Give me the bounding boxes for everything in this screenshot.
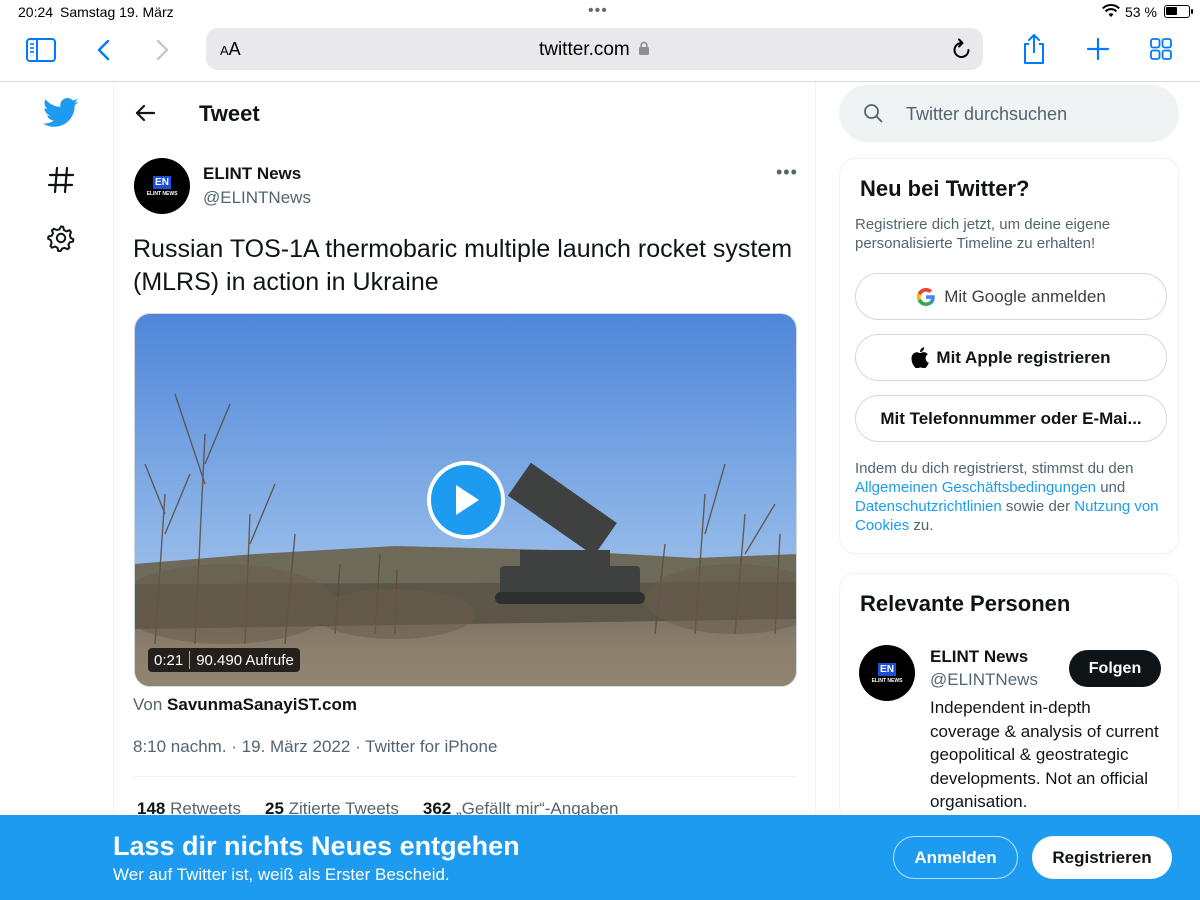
tweet-detail-column: Tweet EN ELINT NEWS ELINT News @ELINTNew… bbox=[113, 82, 816, 815]
person-name[interactable]: ELINT News bbox=[930, 647, 1028, 667]
phone-email-signup-button[interactable]: Mit Telefonnummer oder E-Mai... bbox=[855, 395, 1167, 442]
left-navigation bbox=[0, 82, 113, 812]
source-prefix: Von bbox=[133, 695, 163, 714]
stat-retweets[interactable]: 148 Retweets bbox=[137, 799, 241, 815]
author-handle[interactable]: @ELINTNews bbox=[203, 188, 311, 208]
divider bbox=[133, 776, 797, 777]
legal-notice: Indem du dich registrierst, stimmst du d… bbox=[855, 459, 1165, 535]
hashtag-icon[interactable] bbox=[47, 166, 75, 199]
follow-button[interactable]: Folgen bbox=[1069, 650, 1161, 687]
person-bio: Independent in-depth coverage & analysis… bbox=[930, 698, 1159, 811]
stat-count: 148 bbox=[137, 799, 166, 815]
legal-and: und bbox=[1100, 479, 1126, 496]
back-arrow-icon[interactable] bbox=[134, 102, 156, 129]
stat-label: Zitierte Tweets bbox=[288, 799, 399, 815]
wifi-icon bbox=[1102, 4, 1120, 21]
gear-icon[interactable] bbox=[47, 224, 75, 257]
sidebar-icon[interactable] bbox=[24, 36, 58, 64]
status-time: 20:24 bbox=[18, 4, 54, 20]
person-handle[interactable]: @ELINTNews bbox=[930, 670, 1038, 690]
status-bar: 20:24 Samstag 19. März ••• 53 % bbox=[0, 0, 1200, 24]
apple-signup-label: Mit Apple registrieren bbox=[936, 347, 1111, 367]
author-name[interactable]: ELINT News bbox=[203, 164, 301, 184]
source-name[interactable]: SavunmaSanayiST.com bbox=[167, 695, 357, 714]
privacy-link[interactable]: Datenschutzrichtlinien bbox=[855, 498, 1002, 515]
search-placeholder: Twitter durchsuchen bbox=[906, 104, 1068, 124]
stat-label: „Gefällt mir“-Angaben bbox=[455, 799, 619, 815]
forward-icon[interactable] bbox=[150, 36, 174, 64]
login-button[interactable]: Anmelden bbox=[893, 836, 1018, 879]
battery-percentage: 53 % bbox=[1125, 4, 1157, 20]
back-icon[interactable] bbox=[92, 36, 116, 64]
terms-link[interactable]: Allgemeinen Geschäftsbedingungen bbox=[855, 479, 1096, 496]
lock-icon bbox=[639, 41, 650, 55]
address-host[interactable]: twitter.com bbox=[206, 39, 983, 61]
apple-icon bbox=[911, 347, 930, 368]
tabs-icon[interactable] bbox=[1148, 36, 1174, 62]
signup-description: Registriere dich jetzt, um deine eigene … bbox=[855, 216, 1111, 252]
author-avatar[interactable]: EN ELINT NEWS bbox=[134, 158, 190, 214]
legal-suffix: zu. bbox=[913, 517, 934, 534]
apple-signup-button[interactable]: Mit Apple registrieren bbox=[855, 334, 1167, 381]
play-icon bbox=[456, 485, 479, 515]
phone-email-signup-label: Mit Telefonnummer oder E-Mai... bbox=[880, 408, 1142, 428]
twitter-logo-icon[interactable] bbox=[43, 98, 79, 133]
stat-label: Retweets bbox=[170, 799, 241, 815]
video-info-badge: 0:21 90.490 Aufrufe bbox=[148, 648, 300, 672]
page-title: Tweet bbox=[199, 101, 260, 126]
signup-banner: Lass dir nichts Neues entgehen Wer auf T… bbox=[0, 815, 1200, 900]
avatar-text: ELINT NEWS bbox=[146, 190, 178, 197]
tweet-text: Russian TOS-1A thermobaric multiple laun… bbox=[133, 235, 793, 296]
signup-card: Neu bei Twitter? Registriere dich jetzt,… bbox=[839, 158, 1179, 554]
avatar-badge: EN bbox=[878, 662, 896, 676]
more-options-icon[interactable]: ••• bbox=[776, 162, 798, 183]
video-duration: 0:21 bbox=[154, 651, 184, 669]
reload-icon[interactable] bbox=[951, 37, 973, 66]
avatar-text: ELINT NEWS bbox=[871, 677, 903, 684]
signup-button[interactable]: Registrieren bbox=[1032, 836, 1172, 879]
relevant-people-title: Relevante Personen bbox=[860, 591, 1071, 616]
address-host-text: twitter.com bbox=[538, 39, 630, 60]
battery-icon bbox=[1164, 5, 1193, 18]
signup-card-title: Neu bei Twitter? bbox=[860, 176, 1030, 201]
play-button[interactable] bbox=[427, 461, 505, 539]
stat-likes[interactable]: 362 „Gefällt mir“-Angaben bbox=[423, 799, 619, 815]
banner-title: Lass dir nichts Neues entgehen bbox=[113, 831, 520, 861]
share-icon[interactable] bbox=[1020, 32, 1048, 66]
tweet-timestamp[interactable]: 8:10 nachm. · 19. März 2022 · Twitter fo… bbox=[133, 737, 497, 757]
tweet-stats: 148 Retweets 25 Zitierte Tweets 362 „Gef… bbox=[137, 799, 643, 815]
video-source: Von SavunmaSanayiST.com bbox=[133, 695, 357, 715]
legal-prefix: Indem du dich registrierst, stimmst du d… bbox=[855, 460, 1134, 477]
new-tab-icon[interactable] bbox=[1085, 36, 1111, 62]
person-avatar[interactable]: EN ELINT NEWS bbox=[859, 645, 915, 701]
video-views: 90.490 Aufrufe bbox=[196, 651, 294, 669]
legal-middle: sowie der bbox=[1005, 498, 1071, 515]
avatar-badge: EN bbox=[153, 175, 171, 189]
stat-quote-tweets[interactable]: 25 Zitierte Tweets bbox=[265, 799, 399, 815]
browser-toolbar: AA twitter.com bbox=[0, 24, 1200, 82]
google-signin-label: Mit Google anmelden bbox=[944, 286, 1106, 306]
video-player[interactable]: 0:21 90.490 Aufrufe bbox=[134, 313, 797, 687]
battery-level-fill bbox=[1166, 7, 1177, 15]
search-input[interactable]: Twitter durchsuchen bbox=[839, 85, 1179, 142]
google-signin-button[interactable]: Mit Google anmelden bbox=[855, 273, 1167, 320]
banner-subtitle: Wer auf Twitter ist, weiß als Erster Bes… bbox=[113, 865, 450, 884]
stat-count: 362 bbox=[422, 799, 452, 815]
status-date: Samstag 19. März bbox=[60, 4, 174, 20]
search-icon bbox=[863, 103, 883, 128]
address-bar[interactable]: AA twitter.com bbox=[206, 28, 983, 70]
multitasking-dots-icon[interactable]: ••• bbox=[588, 3, 608, 19]
stat-count: 25 bbox=[264, 799, 284, 815]
relevant-people-card: Relevante Personen EN ELINT NEWS ELINT N… bbox=[839, 573, 1179, 823]
google-icon bbox=[917, 287, 936, 306]
